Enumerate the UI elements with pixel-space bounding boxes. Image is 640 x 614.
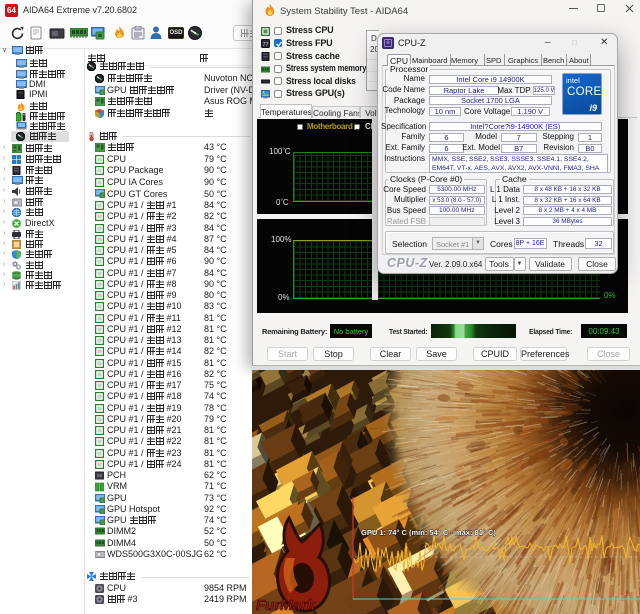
svg-text:FurMark: FurMark [256, 597, 316, 614]
svg-text:GPU 1: 74° C (min: 54° C - max: GPU 1: 74° C (min: 54° C - max: 81° C) [361, 528, 496, 537]
svg-text:77: 77 [262, 42, 268, 48]
